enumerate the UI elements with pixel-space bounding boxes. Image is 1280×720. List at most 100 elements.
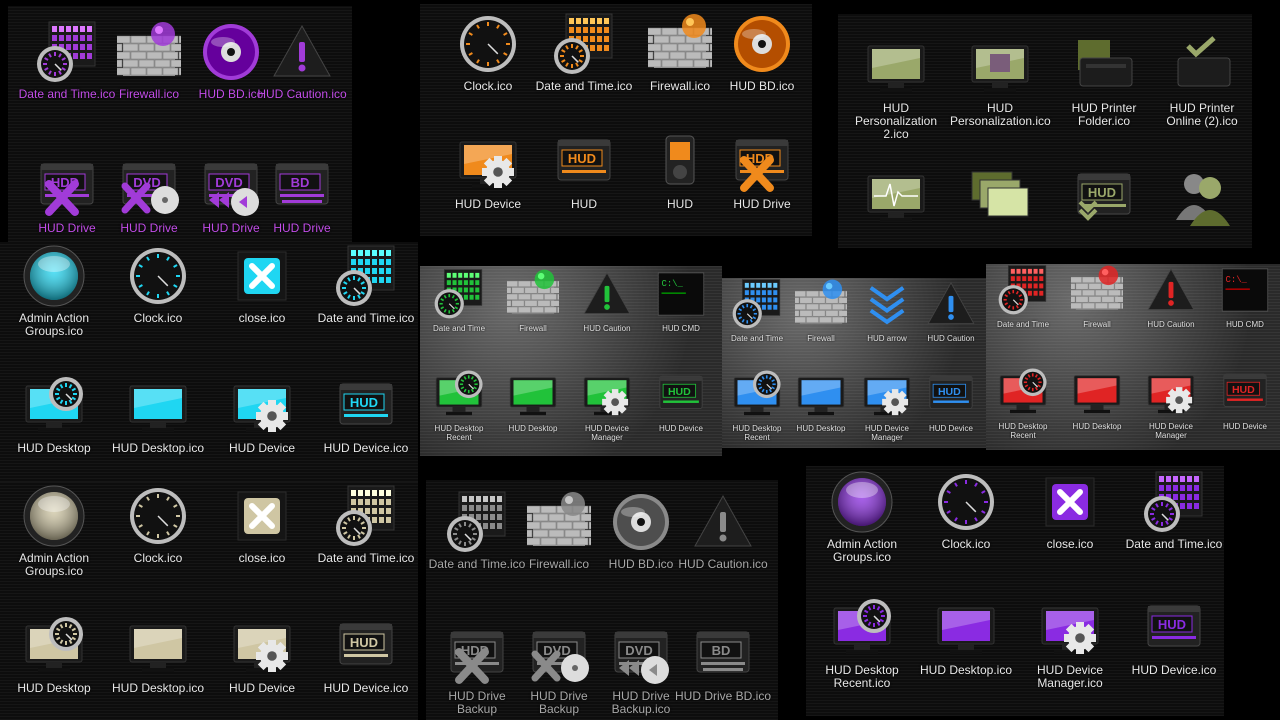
svg-text:HUD: HUD xyxy=(1088,185,1116,200)
close-icon xyxy=(230,484,294,548)
monitor-clock-icon-tile[interactable]: HUD Desktop Recent xyxy=(722,368,792,442)
drive-dvd-backup-icon: DVD xyxy=(609,622,673,686)
monitor-icon-tile[interactable]: HUD Desktop.ico xyxy=(108,374,208,455)
drive-x-icon-tile[interactable]: HDD HUD Drive xyxy=(712,130,812,211)
drive-bd-icon-tile[interactable]: BD HUD Drive xyxy=(252,154,352,235)
hud-drive-icon-tile[interactable]: HUD HUD Device xyxy=(916,368,986,433)
caution-icon xyxy=(691,490,755,554)
monitor-icon-tile[interactable]: HUD Desktop.ico xyxy=(916,596,1016,677)
monitor-gear-icon-tile[interactable]: HUD Device Manager xyxy=(852,368,922,442)
icon-panel-olive: HUD Personalization 2.ico HUD Personaliz… xyxy=(838,14,1252,248)
hud-drive-arrow-icon-tile[interactable]: HUD xyxy=(1054,164,1154,232)
caution-icon xyxy=(270,20,334,84)
drive-bd-icon: BD xyxy=(270,154,334,218)
close-icon-tile[interactable]: close.ico xyxy=(212,244,312,325)
caution-icon-tile[interactable]: HUD Caution xyxy=(916,278,986,343)
monitor-icon-tile[interactable]: HUD Personalization 2.ico xyxy=(846,34,946,141)
calendar-clock-icon-tile[interactable]: Date and Time.ico xyxy=(316,244,416,325)
monitor-gear-icon-tile[interactable]: HUD Device xyxy=(212,614,312,695)
calendar-clock-icon-tile[interactable]: Date and Time.ico xyxy=(316,484,416,565)
icon-label: HUD Device Manager xyxy=(1148,422,1193,440)
hud-drive-icon: HUD xyxy=(925,368,977,420)
monitor-gear-icon-tile[interactable]: HUD Device xyxy=(212,374,312,455)
monitor-gear-icon-tile[interactable]: HUD Device Manager.ico xyxy=(1020,596,1120,690)
clock-icon-tile[interactable]: Clock.ico xyxy=(108,484,208,565)
hud-drive-icon-tile[interactable]: HUD HUD Device xyxy=(1210,366,1280,431)
monitor-icon-tile[interactable]: HUD Desktop xyxy=(498,368,568,433)
monitor-clock-icon-tile[interactable]: HUD Desktop xyxy=(4,614,104,695)
printer-folder-icon-tile[interactable]: HUD Printer Folder.ico xyxy=(1054,34,1154,128)
svg-text:DVD: DVD xyxy=(625,643,652,658)
drive-x-icon: HDD xyxy=(730,130,794,194)
monitor-clock-icon-tile[interactable]: HUD Desktop Recent xyxy=(988,366,1058,440)
hud-drive-icon-tile[interactable]: HUD HUD Device.ico xyxy=(316,614,416,695)
icon-label: HUD Device xyxy=(228,681,295,695)
clock-icon xyxy=(456,12,520,76)
icon-label: HUD Desktop Recent xyxy=(732,424,782,442)
icon-label: HUD Drive BD.ico xyxy=(674,689,771,703)
stacked-windows-icon-tile[interactable] xyxy=(950,164,1050,232)
monitor-clock-icon-tile[interactable]: HUD Desktop Recent xyxy=(424,368,494,442)
icon-label: HUD Caution xyxy=(583,324,631,333)
printer-folder-icon xyxy=(1072,34,1136,98)
drive-x-icon: HDD xyxy=(35,154,99,218)
hud-drive-icon-tile[interactable]: HUD HUD Device.ico xyxy=(316,374,416,455)
monitor-gear-icon-tile[interactable]: HUD Device Manager xyxy=(572,368,642,442)
monitor-icon-tile[interactable]: HUD Desktop xyxy=(786,368,856,433)
monitor-clock-icon-tile[interactable]: HUD Desktop xyxy=(4,374,104,455)
icon-label: HUD Caution.ico xyxy=(257,87,347,101)
calendar-clock-icon-tile[interactable]: Date and Time xyxy=(722,278,792,343)
monitor-gear-icon-tile[interactable]: HUD Device Manager xyxy=(1136,366,1206,440)
calendar-clock-icon-tile[interactable]: Date and Time xyxy=(424,268,494,333)
hud-drive-icon-tile[interactable]: HUD HUD Device xyxy=(646,368,716,433)
monitor-gear-icon-tile[interactable]: HUD Device xyxy=(438,130,538,211)
close-icon-tile[interactable]: close.ico xyxy=(1020,470,1120,551)
orb-icon-tile[interactable]: Admin Action Groups.ico xyxy=(812,470,912,564)
monitor-clock-icon-tile[interactable]: HUD Desktop Recent.ico xyxy=(812,596,912,690)
monitor-color-icon-tile[interactable]: HUD Personalization.ico xyxy=(950,34,1051,128)
caution-icon-tile[interactable]: HUD Caution.ico xyxy=(673,490,773,571)
caution-icon xyxy=(1145,264,1197,316)
svg-text:DVD: DVD xyxy=(215,175,242,190)
terminal-icon-tile[interactable]: C:\_ HUD CMD xyxy=(1210,264,1280,329)
svg-text:HUD: HUD xyxy=(568,151,596,166)
users-icon-tile[interactable] xyxy=(1152,164,1252,232)
monitor-icon-tile[interactable]: HUD Desktop xyxy=(1062,366,1132,431)
monitor-clock-icon xyxy=(22,614,86,678)
close-icon-tile[interactable]: close.ico xyxy=(212,484,312,565)
clock-icon-tile[interactable]: Clock.ico xyxy=(108,244,208,325)
clock-icon-tile[interactable]: Clock.ico xyxy=(916,470,1016,551)
printer-check-icon-tile[interactable]: HUD Printer Online (2).ico xyxy=(1152,34,1252,128)
caution-icon-tile[interactable]: HUD Caution xyxy=(572,268,642,333)
hud-drive-icon-tile[interactable]: HUD HUD xyxy=(534,130,634,211)
svg-text:HUD: HUD xyxy=(668,386,691,398)
firewall-icon-tile[interactable]: Firewall xyxy=(786,278,856,343)
firewall-icon-tile[interactable]: Firewall xyxy=(498,268,568,333)
monitor-pulse-icon-tile[interactable] xyxy=(846,164,946,232)
firewall-icon xyxy=(1071,264,1123,316)
firewall-icon-tile[interactable]: Firewall xyxy=(1062,264,1132,329)
chevron-down-icon-tile[interactable]: HUD arrow xyxy=(852,278,922,343)
clock-icon-tile[interactable]: Clock.ico xyxy=(438,12,538,93)
clock-icon xyxy=(126,484,190,548)
drive-bd-icon-tile[interactable]: BD HUD Drive BD.ico xyxy=(673,622,773,703)
terminal-icon-tile[interactable]: C:\_ HUD CMD xyxy=(646,268,716,333)
calendar-clock-icon-tile[interactable]: Date and Time.ico xyxy=(1124,470,1224,551)
calendar-clock-icon-tile[interactable]: Date and Time xyxy=(988,264,1058,329)
icon-label: Date and Time.ico xyxy=(535,79,633,93)
hud-drive-icon-tile[interactable]: HUD HUD Device.ico xyxy=(1124,596,1224,677)
orb-icon-tile[interactable]: Admin Action Groups.ico xyxy=(4,484,104,578)
monitor-clock-icon xyxy=(433,368,485,420)
svg-text:BD: BD xyxy=(712,643,731,658)
drive-x-icon: HDD xyxy=(445,622,509,686)
icon-label: HUD Drive xyxy=(273,221,331,235)
calendar-clock-icon-tile[interactable]: Date and Time.ico xyxy=(534,12,634,93)
caution-icon-tile[interactable]: HUD Caution.ico xyxy=(252,20,352,101)
clock-icon xyxy=(126,244,190,308)
monitor-icon-tile[interactable]: HUD Desktop.ico xyxy=(108,614,208,695)
orb-icon-tile[interactable]: Admin Action Groups.ico xyxy=(4,244,104,338)
bluray-disc-icon-tile[interactable]: HUD BD.ico xyxy=(712,12,812,93)
icon-label: Clock.ico xyxy=(463,79,513,93)
caution-icon-tile[interactable]: HUD Caution xyxy=(1136,264,1206,329)
monitor-icon xyxy=(126,614,190,678)
